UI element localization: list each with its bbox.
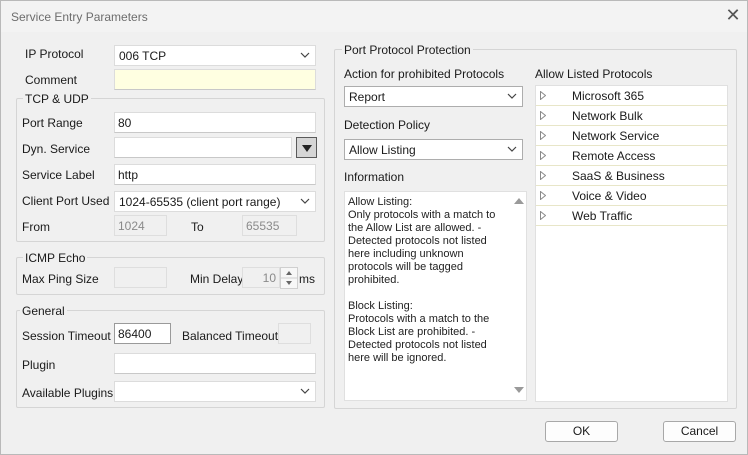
triangle-right-icon[interactable] [540, 111, 546, 120]
triangle-right-icon[interactable] [540, 171, 546, 180]
service-label-label: Service Label [22, 168, 95, 182]
protocol-name: Network Service [572, 129, 660, 143]
available-plugins-label: Available Plugins [22, 386, 114, 400]
list-item[interactable]: Remote Access [536, 146, 727, 166]
protocol-name: Microsoft 365 [572, 89, 645, 103]
max-ping-size-input[interactable] [114, 267, 167, 288]
to-input[interactable]: 65535 [242, 215, 297, 236]
tcp-udp-title: TCP & UDP [23, 92, 91, 106]
port-protocol-protection-title: Port Protocol Protection [342, 43, 473, 57]
list-item[interactable]: Microsoft 365 [536, 86, 727, 106]
protocol-name: Remote Access [572, 149, 656, 163]
protocol-name: Web Traffic [572, 209, 633, 223]
from-label: From [22, 220, 50, 234]
scroll-down-icon[interactable] [513, 385, 525, 395]
client-port-used-label: Client Port Used [22, 194, 110, 208]
cancel-button[interactable]: Cancel [663, 421, 736, 442]
dialog-window: Service Entry Parameters ✕ IP Protocol 0… [0, 0, 748, 455]
dyn-service-input[interactable] [114, 137, 292, 158]
session-timeout-input[interactable]: 86400 [114, 323, 171, 344]
triangle-right-icon[interactable] [540, 151, 546, 160]
action-select[interactable]: Report [344, 86, 523, 107]
detection-policy-value: Allow Listing [349, 143, 416, 157]
chevron-down-icon [300, 198, 310, 204]
triangle-right-icon[interactable] [540, 91, 546, 100]
chevron-down-icon [300, 52, 310, 58]
protocol-name: Network Bulk [572, 109, 643, 123]
list-item[interactable]: Web Traffic [536, 206, 727, 226]
action-label: Action for prohibited Protocols [344, 67, 505, 81]
min-delay-unit: ms [299, 272, 315, 286]
allow-listed-label: Allow Listed Protocols [535, 67, 653, 81]
port-range-input[interactable]: 80 [114, 112, 316, 133]
protocol-name: SaaS & Business [572, 169, 665, 183]
information-text: Allow Listing: Only protocols with a mat… [348, 196, 496, 364]
title-bar: Service Entry Parameters ✕ [1, 1, 747, 32]
to-label: To [191, 220, 204, 234]
balanced-timeout-label: Balanced Timeout [182, 329, 279, 343]
window-title: Service Entry Parameters [11, 10, 148, 24]
dyn-service-dropdown-button[interactable] [296, 137, 317, 158]
triangle-right-icon[interactable] [540, 211, 546, 220]
min-delay-spinner[interactable] [280, 267, 298, 289]
icmp-echo-title: ICMP Echo [23, 251, 88, 265]
list-item[interactable]: Network Bulk [536, 106, 727, 126]
protocol-name: Voice & Video [572, 189, 647, 203]
triangle-right-icon[interactable] [540, 131, 546, 140]
information-textbox[interactable]: Allow Listing: Only protocols with a mat… [344, 191, 527, 401]
max-ping-size-label: Max Ping Size [22, 272, 99, 286]
from-input[interactable]: 1024 [114, 215, 167, 236]
client-port-used-select[interactable]: 1024-65535 (client port range) [114, 191, 316, 212]
plugin-label: Plugin [22, 358, 56, 372]
ok-button[interactable]: OK [545, 421, 618, 442]
triangle-right-icon[interactable] [540, 191, 546, 200]
action-value: Report [349, 90, 386, 104]
dyn-service-label: Dyn. Service [22, 142, 91, 156]
ip-protocol-label: IP Protocol [25, 47, 84, 61]
close-icon[interactable]: ✕ [723, 6, 743, 26]
allow-listed-list[interactable]: Microsoft 365 Network Bulk Network Servi… [535, 85, 728, 402]
chevron-down-icon [300, 388, 310, 394]
detection-policy-select[interactable]: Allow Listing [344, 139, 523, 160]
client-port-used-value: 1024-65535 (client port range) [119, 195, 281, 209]
scroll-up-icon[interactable] [513, 196, 525, 206]
min-delay-label: Min Delay [190, 272, 244, 286]
service-label-input[interactable]: http [114, 164, 316, 185]
general-title: General [20, 304, 67, 318]
list-item[interactable]: Voice & Video [536, 186, 727, 206]
detection-policy-label: Detection Policy [344, 118, 431, 132]
chevron-down-icon [507, 146, 517, 152]
port-range-label: Port Range [22, 116, 83, 130]
triangle-down-icon [302, 145, 312, 152]
list-item[interactable]: SaaS & Business [536, 166, 727, 186]
comment-label: Comment [25, 73, 78, 87]
ip-protocol-value: 006 TCP [119, 49, 167, 63]
available-plugins-select[interactable] [114, 381, 316, 402]
information-label: Information [344, 170, 405, 184]
chevron-down-icon [507, 93, 517, 99]
plugin-input[interactable] [114, 353, 316, 374]
ip-protocol-select[interactable]: 006 TCP [114, 45, 316, 66]
min-delay-input[interactable]: 10 [242, 267, 280, 288]
list-item[interactable]: Network Service [536, 126, 727, 146]
session-timeout-label: Session Timeout [22, 329, 111, 343]
balanced-timeout-input[interactable] [278, 323, 311, 344]
comment-input[interactable] [114, 69, 316, 90]
